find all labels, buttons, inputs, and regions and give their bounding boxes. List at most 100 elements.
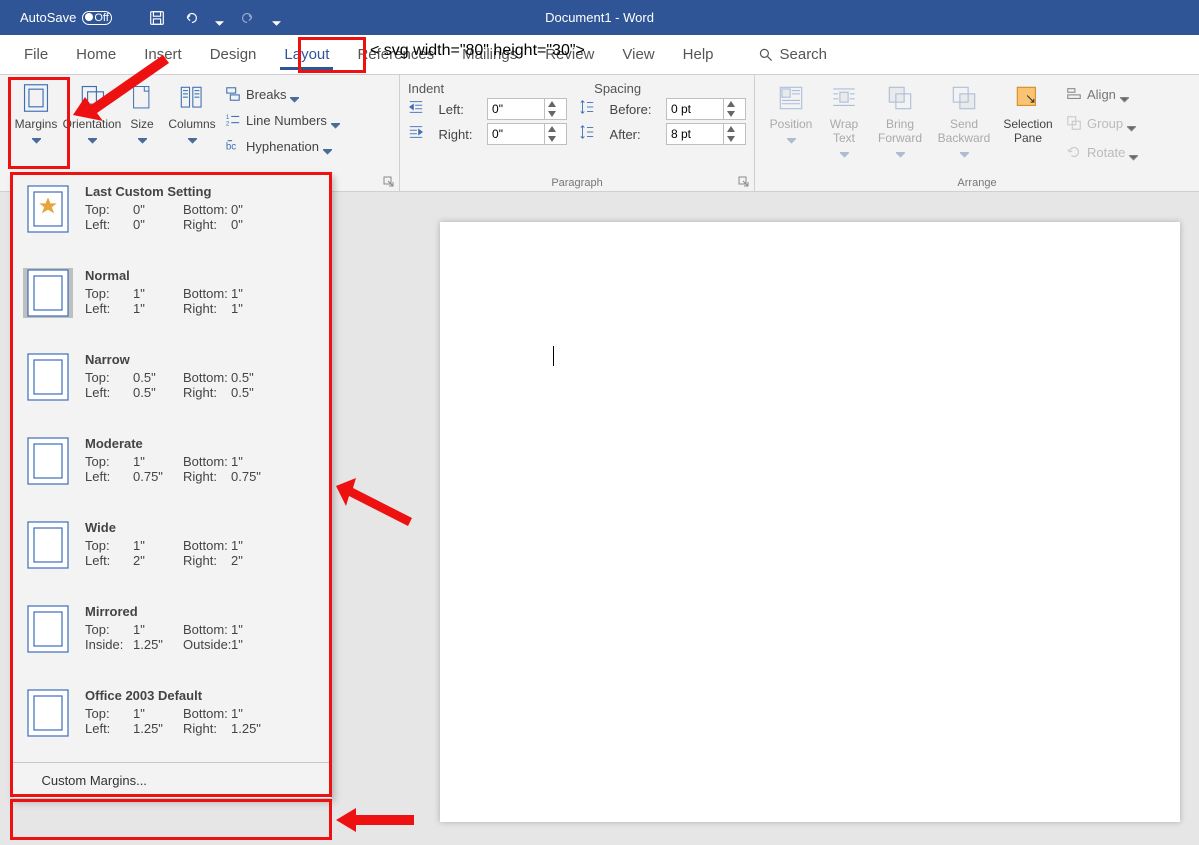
- undo-icon[interactable]: [181, 9, 201, 27]
- spacing-after-icon: [579, 124, 608, 145]
- chevron-down-icon: [138, 133, 147, 139]
- rotate-icon: [1065, 143, 1083, 161]
- breaks-icon: [224, 85, 242, 103]
- spacing-before-label: Before:: [610, 102, 664, 117]
- tab-references[interactable]: References: [343, 35, 448, 74]
- line-numbers-icon: 12: [224, 111, 242, 129]
- size-icon: [125, 81, 159, 115]
- redo-icon[interactable]: [238, 9, 258, 27]
- indent-left-label: Left:: [439, 102, 486, 117]
- chevron-down-icon: [896, 147, 905, 153]
- align-button[interactable]: Align: [1065, 81, 1138, 107]
- margin-preview-icon: [23, 688, 73, 738]
- margins-option-mirrored[interactable]: Mirrored Top:1"Bottom:1" Inside:1.25"Out…: [13, 594, 331, 678]
- orientation-button[interactable]: Orientation: [64, 81, 120, 139]
- selection-pane-button[interactable]: Selection Pane: [997, 81, 1059, 145]
- ribbon-tabs: File Home Insert Design Layout Reference…: [0, 35, 1199, 75]
- margins-option-office 2003 default[interactable]: Office 2003 Default Top:1"Bottom:1" Left…: [13, 678, 331, 762]
- chevron-down-icon: [840, 147, 849, 153]
- hyphenation-icon: bc: [224, 137, 242, 155]
- tab-home[interactable]: Home: [62, 35, 130, 74]
- chevron-down-icon: [323, 143, 332, 149]
- line-numbers-button[interactable]: 12 Line Numbers: [224, 107, 340, 133]
- bring-forward-icon: [883, 81, 917, 115]
- selection-pane-icon: [1011, 81, 1045, 115]
- undo-more-icon[interactable]: [215, 15, 224, 21]
- wrap-text-button: Wrap Text: [819, 81, 869, 153]
- margins-icon: [19, 81, 53, 115]
- indent-right-input[interactable]: [487, 123, 567, 145]
- tab-help[interactable]: Help: [669, 35, 728, 74]
- margins-option-normal[interactable]: Normal Top:1"Bottom:1" Left:1"Right:1": [13, 258, 331, 342]
- indent-right-icon: [408, 124, 437, 145]
- chevron-down-icon: [960, 147, 969, 153]
- orientation-icon: [75, 81, 109, 115]
- breaks-button[interactable]: Breaks: [224, 81, 340, 107]
- spacing-before-input[interactable]: [666, 98, 746, 120]
- group-button: Group: [1065, 110, 1138, 136]
- indent-left-input[interactable]: [487, 98, 567, 120]
- indent-left-icon: [408, 99, 437, 120]
- margins-option-last custom setting[interactable]: Last Custom Setting Top:0"Bottom:0" Left…: [13, 174, 331, 258]
- group-icon: [1065, 114, 1083, 132]
- bring-forward-button: Bring Forward: [869, 81, 931, 153]
- position-button: Position: [763, 81, 819, 139]
- hyphenation-button[interactable]: bc Hyphenation: [224, 133, 340, 159]
- chevron-down-icon: [188, 133, 197, 139]
- arrange-group-label: Arrange: [755, 177, 1199, 189]
- wrap-text-icon: [827, 81, 861, 115]
- qat-more-icon[interactable]: [272, 15, 281, 21]
- margin-preview-icon: [23, 352, 73, 402]
- rotate-button: Rotate: [1065, 139, 1138, 165]
- margin-preview-icon: [23, 520, 73, 570]
- group-paragraph: Indent Spacing Left: Before: Right: Afte…: [400, 75, 755, 191]
- chevron-down-icon: [88, 133, 97, 139]
- tab-design[interactable]: Design: [196, 35, 271, 74]
- document-page[interactable]: [440, 222, 1180, 822]
- chevron-down-icon: [290, 91, 299, 97]
- spacing-header: Spacing: [594, 81, 641, 96]
- margin-preview-icon: [23, 604, 73, 654]
- columns-button[interactable]: Columns: [164, 81, 220, 139]
- chevron-down-icon: [32, 133, 41, 139]
- send-backward-button: Send Backward: [931, 81, 997, 153]
- indent-right-label: Right:: [439, 127, 486, 142]
- title-bar: AutoSave Off Document1 - Word: [0, 0, 1199, 35]
- group-arrange: Position Wrap Text Bring Forward Send Ba…: [755, 75, 1199, 191]
- columns-icon: [175, 81, 209, 115]
- autosave-state: Off: [94, 12, 108, 24]
- margins-option-moderate[interactable]: Moderate Top:1"Bottom:1" Left:0.75"Right…: [13, 426, 331, 510]
- autosave-toggle[interactable]: AutoSave Off: [20, 10, 133, 25]
- spacing-before-icon: [579, 99, 608, 120]
- autosave-label: AutoSave: [20, 10, 76, 25]
- text-cursor: [553, 346, 554, 366]
- indent-header: Indent: [408, 81, 444, 96]
- margins-option-narrow[interactable]: Narrow Top:0.5"Bottom:0.5" Left:0.5"Righ…: [13, 342, 331, 426]
- custom-margins-button[interactable]: Custom Margins...: [13, 762, 331, 798]
- search-label: Search: [780, 46, 828, 63]
- chevron-down-icon: [331, 117, 340, 123]
- margin-preview-icon: [23, 184, 73, 234]
- search-button[interactable]: Search: [758, 35, 828, 74]
- position-icon: [774, 81, 808, 115]
- margin-preview-icon: [23, 268, 73, 318]
- tab-insert[interactable]: Insert: [130, 35, 196, 74]
- margins-dropdown: Last Custom Setting Top:0"Bottom:0" Left…: [12, 173, 332, 799]
- tab-layout[interactable]: Layout: [270, 35, 343, 74]
- size-button[interactable]: Size: [120, 81, 164, 139]
- margins-button[interactable]: Margins: [8, 81, 64, 139]
- paragraph-dialog-icon[interactable]: [738, 175, 750, 187]
- tab-review[interactable]: Review: [531, 35, 608, 74]
- tab-file[interactable]: File: [10, 35, 62, 74]
- spacing-after-label: After:: [610, 127, 664, 142]
- tab-view[interactable]: View: [608, 35, 668, 74]
- tab-mailings[interactable]: Mailings: [448, 35, 531, 74]
- paragraph-group-label: Paragraph: [400, 177, 754, 189]
- chevron-down-icon: [787, 133, 796, 139]
- margins-option-wide[interactable]: Wide Top:1"Bottom:1" Left:2"Right:2": [13, 510, 331, 594]
- spacing-after-input[interactable]: [666, 123, 746, 145]
- page-setup-dialog-icon[interactable]: [383, 175, 395, 187]
- save-icon[interactable]: [147, 9, 167, 27]
- svg-text:2: 2: [226, 120, 230, 127]
- align-icon: [1065, 85, 1083, 103]
